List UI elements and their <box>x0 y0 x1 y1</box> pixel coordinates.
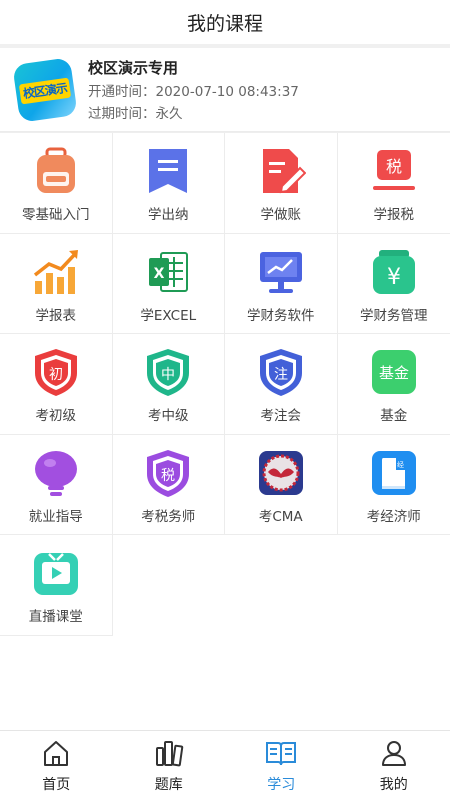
course-name: 校区演示专用 <box>88 59 179 77</box>
yuan-wallet-icon: ¥ <box>368 246 420 298</box>
open-time: 开通时间：2020-07-10 08:43:37 <box>88 84 299 100</box>
tab-label: 学习 <box>267 776 296 793</box>
grid-item-label: 基金 <box>380 408 408 424</box>
book-glyph: 经 <box>397 460 404 469</box>
grid-item-reports[interactable]: 学报表 <box>0 233 113 334</box>
grid-item-junior-exam[interactable]: 初 考初级 <box>0 334 113 435</box>
cma-badge-icon <box>255 447 307 499</box>
shield-glyph: 初 <box>49 366 63 383</box>
excel-icon: X <box>142 246 194 298</box>
open-book-icon <box>265 738 297 772</box>
grid-item-label: 学报税 <box>373 207 415 223</box>
shield-glyph: 注 <box>274 367 288 383</box>
book-icon: 经 <box>368 447 420 499</box>
grid-item-label: 零基础入门 <box>22 207 90 223</box>
grid-item-tax-agent-exam[interactable]: 税 考税务师 <box>112 434 225 535</box>
grid-item-label: 考经济师 <box>366 508 421 525</box>
grid-item-cpa-exam[interactable]: 注 考注会 <box>225 334 338 435</box>
course-card-info: 校区演示专用 开通时间：2020-07-10 08:43:37 过期时间：永久 <box>88 57 299 122</box>
grid-item-finance-software[interactable]: 学财务软件 <box>225 233 338 334</box>
tab-label: 我的 <box>379 776 408 793</box>
grid-item-cma-exam[interactable]: 考CMA <box>225 434 338 535</box>
lightbulb-icon <box>30 447 82 499</box>
grid-item-live-class[interactable]: 直播课堂 <box>0 535 113 636</box>
grid-item-label: 学财务管理 <box>360 307 428 324</box>
tax-icon: 税 <box>368 145 420 197</box>
grid-item-tax-filing[interactable]: 税 学报税 <box>337 133 450 234</box>
tab-study[interactable]: 学习 <box>225 731 338 800</box>
shield-zhong-icon: 中 <box>142 346 194 398</box>
grid-item-label: 学做账 <box>260 207 302 223</box>
grid-item-label: 就业指导 <box>28 508 83 525</box>
grid-item-label: 考CMA <box>258 508 303 525</box>
svg-text:X: X <box>154 266 165 282</box>
grid-item-career-guidance[interactable]: 就业指导 <box>0 434 113 535</box>
tab-label: 首页 <box>42 776 71 793</box>
shield-shui-icon: 税 <box>142 447 194 499</box>
tab-profile[interactable]: 我的 <box>338 731 450 800</box>
svg-text:¥: ¥ <box>387 265 401 290</box>
user-icon <box>379 738 409 772</box>
course-card[interactable]: 校区演示 校区演示专用 开通时间：2020-07-10 08:43:37 过期时… <box>0 48 450 132</box>
expire-time: 过期时间：永久 <box>88 106 183 122</box>
grid-item-fund[interactable]: 基金 基金 <box>337 334 450 435</box>
tab-question-bank[interactable]: 题库 <box>113 731 226 800</box>
grid-item-label: 学报表 <box>35 307 77 324</box>
grid-item-label: 学出纳 <box>148 207 189 223</box>
monitor-chart-icon <box>255 246 307 298</box>
shield-zhu-icon: 注 <box>255 346 307 398</box>
grid-item-cashier[interactable]: 学出纳 <box>112 133 225 234</box>
grid-item-label: 考中级 <box>148 408 189 424</box>
grid-item-label: 考税务师 <box>141 508 196 525</box>
bar-chart-icon <box>30 246 82 298</box>
backpack-icon <box>30 145 82 197</box>
shield-glyph: 中 <box>161 367 175 383</box>
tab-home[interactable]: 首页 <box>0 731 113 800</box>
tv-play-icon <box>30 547 82 599</box>
bottom-tab-bar: 首页 题库 学习 我的 <box>0 730 450 800</box>
page-title: 我的课程 <box>186 12 263 35</box>
grid-item-label: 直播课堂 <box>28 609 83 625</box>
grid-item-intermediate-exam[interactable]: 中 考中级 <box>112 334 225 435</box>
top-bar: 我的课程 <box>0 0 450 44</box>
grid-item-finance-management[interactable]: ¥ 学财务管理 <box>337 234 450 334</box>
home-icon <box>41 738 71 772</box>
grid-item-label: 学财务软件 <box>247 307 315 324</box>
campus-logo: 校区演示 <box>12 56 78 123</box>
fund-glyph: 基金 <box>379 364 409 382</box>
grid-item-excel[interactable]: X 学EXCEL <box>112 233 225 334</box>
bookmark-icon <box>142 145 194 197</box>
svg-text:税: 税 <box>386 157 402 176</box>
grid-item-label: 考初级 <box>35 408 77 424</box>
shield-chu-icon: 初 <box>30 346 82 398</box>
grid-item-economist-exam[interactable]: 经 考经济师 <box>337 435 450 535</box>
shield-glyph: 税 <box>161 468 175 484</box>
grid-item-bookkeeping[interactable]: 学做账 <box>225 133 338 234</box>
books-icon <box>154 738 184 772</box>
grid-item-label: 考注会 <box>260 408 302 424</box>
tab-label: 题库 <box>154 776 183 793</box>
fund-icon: 基金 <box>368 346 420 398</box>
grid-item-beginner[interactable]: 零基础入门 <box>0 133 113 234</box>
course-grid: 零基础入门 学出纳 学做账 税 学报税 学报表 X 学EXCEL 学财务软件 ¥… <box>0 132 450 636</box>
document-edit-icon <box>255 145 307 197</box>
grid-item-label: 学EXCEL <box>140 307 197 324</box>
